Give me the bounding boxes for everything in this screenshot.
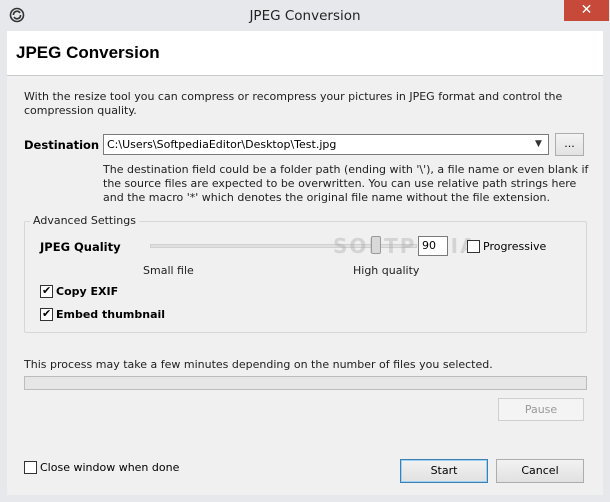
chevron-down-icon[interactable]: ▼ xyxy=(535,140,544,149)
start-button[interactable]: Start xyxy=(400,459,488,483)
copy-exif-checkbox-box[interactable] xyxy=(40,284,53,298)
quality-slider-thumb[interactable] xyxy=(371,236,381,254)
window-title: JPEG Conversion xyxy=(249,8,361,24)
close-window-button[interactable]: ✕ xyxy=(564,0,609,21)
browse-button[interactable]: ... xyxy=(555,133,584,156)
copy-exif-checkbox[interactable]: Copy EXIF xyxy=(40,284,118,298)
title-bar: JPEG Conversion ✕ xyxy=(0,0,610,32)
progressive-checkbox[interactable]: Progressive xyxy=(467,239,546,253)
jpeg-quality-label: JPEG Quality xyxy=(40,240,121,254)
close-when-done-checkbox-box[interactable] xyxy=(24,460,37,474)
progress-bar xyxy=(24,376,587,390)
close-when-done-checkbox[interactable]: Close window when done xyxy=(24,460,179,474)
process-note: This process may take a few minutes depe… xyxy=(24,358,493,371)
small-file-label: Small file xyxy=(143,264,194,277)
cancel-button[interactable]: Cancel xyxy=(496,459,584,483)
destination-help-text: The destination field could be a folder … xyxy=(103,163,589,204)
embed-thumbnail-checkbox-box[interactable] xyxy=(40,307,53,321)
high-quality-label: High quality xyxy=(353,264,420,277)
progressive-label: Progressive xyxy=(483,239,547,253)
destination-combobox[interactable]: C:\Users\SoftpediaEditor\Desktop\Test.jp… xyxy=(103,134,549,155)
intro-text: With the resize tool you can compress or… xyxy=(24,90,563,117)
pause-button[interactable]: Pause xyxy=(498,398,584,421)
window-border-bottom xyxy=(0,495,610,502)
window-border-right xyxy=(603,31,610,502)
embed-thumbnail-label: Embed thumbnail xyxy=(56,307,166,321)
embed-thumbnail-checkbox[interactable]: Embed thumbnail xyxy=(40,307,165,321)
window-border-left xyxy=(0,31,7,502)
destination-value: C:\Users\SoftpediaEditor\Desktop\Test.jp… xyxy=(107,138,337,151)
quality-input[interactable]: 90 xyxy=(418,236,448,256)
page-title: JPEG Conversion xyxy=(16,43,160,62)
close-when-done-label: Close window when done xyxy=(40,460,180,474)
advanced-settings-label: Advanced Settings xyxy=(30,214,139,227)
header-band: JPEG Conversion xyxy=(7,31,603,76)
destination-label: Destination xyxy=(24,138,100,152)
progressive-checkbox-box[interactable] xyxy=(467,239,480,253)
dialog-content: With the resize tool you can compress or… xyxy=(7,76,603,495)
copy-exif-label: Copy EXIF xyxy=(56,284,119,298)
watermark: SOFTPEDIA xyxy=(333,234,478,258)
